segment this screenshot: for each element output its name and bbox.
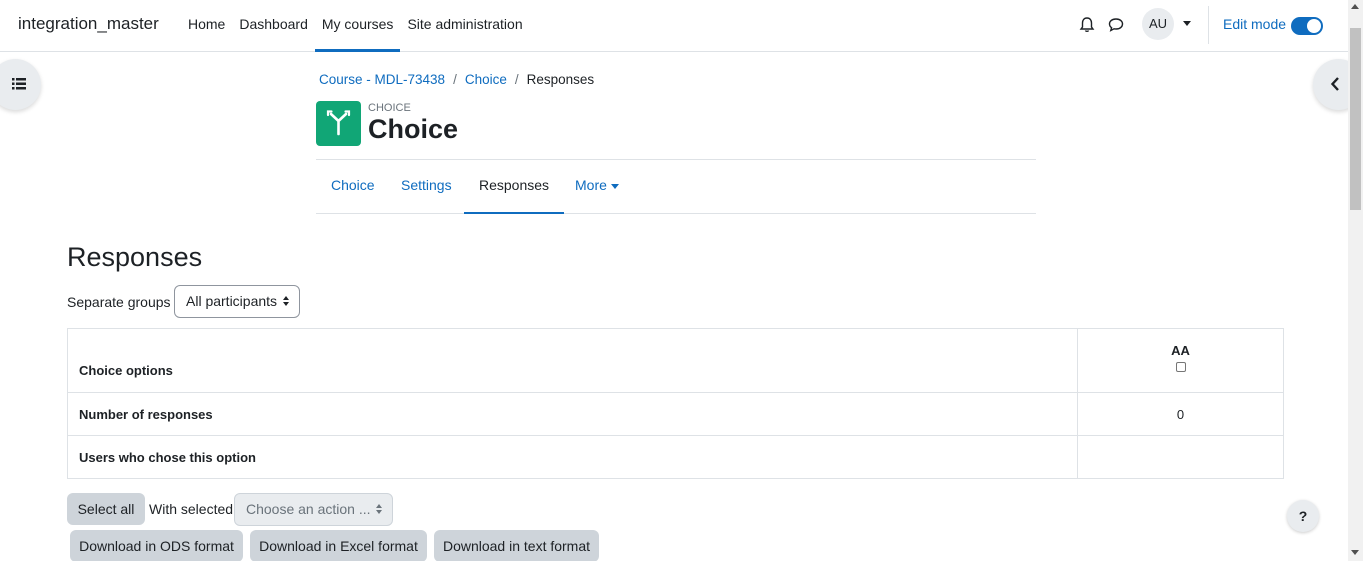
nav-my-courses[interactable]: My courses	[314, 0, 401, 52]
list-icon	[12, 78, 26, 90]
with-selected-label: With selected	[149, 501, 234, 517]
help-question-icon[interactable]: ?	[1287, 500, 1319, 532]
secondary-navigation: Choice Settings Responses More	[316, 159, 1036, 214]
table-row: Users who chose this option	[67, 435, 1284, 479]
select-all-button[interactable]: Select all	[67, 493, 145, 525]
option-name: AA	[1171, 343, 1190, 358]
table-row: Number of responses 0	[67, 392, 1284, 436]
page-heading: Responses	[67, 242, 203, 272]
users-chose-label: Users who chose this option	[67, 435, 1078, 479]
toggle-knob	[1307, 19, 1321, 33]
choice-activity-icon	[316, 101, 361, 146]
edit-mode-label: Edit mode	[1223, 16, 1287, 32]
scroll-up-arrow-icon[interactable]	[1351, 4, 1359, 9]
tab-more[interactable]: More	[560, 160, 634, 214]
chevron-left-icon	[1330, 77, 1339, 91]
site-brand[interactable]: integration_master	[18, 14, 159, 34]
table-header-row: Choice options AA	[67, 328, 1284, 393]
navbar-divider	[1208, 6, 1209, 44]
top-navbar: integration_master Home Dashboard My cou…	[0, 0, 1348, 52]
signpost-icon	[326, 110, 351, 136]
nav-dashboard[interactable]: Dashboard	[232, 0, 315, 52]
breadcrumb-course-link[interactable]: Course - MDL-73438	[319, 72, 445, 87]
separate-groups-label: Separate groups	[67, 294, 171, 310]
scroll-thumb[interactable]	[1350, 28, 1361, 210]
download-excel-button[interactable]: Download in Excel format	[250, 530, 427, 561]
user-avatar[interactable]: AU	[1142, 8, 1174, 40]
messages-chat-icon[interactable]	[1107, 16, 1125, 34]
select-arrows-icon	[376, 504, 382, 514]
nav-home[interactable]: Home	[181, 0, 232, 52]
breadcrumb: Course - MDL-73438 / Choice / Responses	[319, 72, 594, 87]
page-scrollbar[interactable]	[1348, 0, 1363, 561]
activity-pretitle: CHOICE	[368, 102, 411, 114]
breadcrumb-separator: /	[514, 72, 519, 87]
notifications-bell-icon[interactable]	[1078, 16, 1096, 34]
action-select[interactable]: Choose an action ...	[234, 493, 393, 526]
group-select-value: All participants	[186, 293, 278, 309]
users-chose-cell	[1077, 435, 1284, 479]
nav-site-administration[interactable]: Site administration	[400, 0, 529, 52]
option-column: AA	[1077, 328, 1284, 393]
responses-table: Choice options AA Number of responses 0 …	[67, 328, 1284, 479]
responses-count: 0	[1077, 392, 1284, 436]
activity-title: Choice	[368, 114, 459, 144]
user-menu-chevron-down-icon[interactable]	[1183, 21, 1191, 26]
tab-choice[interactable]: Choice	[316, 160, 390, 214]
breadcrumb-current: Responses	[526, 72, 595, 87]
tab-responses[interactable]: Responses	[464, 160, 565, 214]
action-select-placeholder: Choose an action ...	[246, 501, 371, 517]
breadcrumb-separator: /	[453, 72, 457, 87]
choice-options-label: Choice options	[67, 328, 1078, 393]
tab-settings[interactable]: Settings	[386, 160, 467, 214]
download-ods-button[interactable]: Download in ODS format	[70, 530, 243, 561]
primary-navigation: Home Dashboard My courses Site administr…	[181, 0, 530, 52]
breadcrumb-activity-link[interactable]: Choice	[465, 72, 507, 87]
group-select[interactable]: All participants	[174, 285, 300, 318]
tab-more-label: More	[575, 177, 607, 193]
download-text-button[interactable]: Download in text format	[434, 530, 599, 561]
caret-down-icon	[610, 183, 619, 189]
scroll-down-arrow-icon[interactable]	[1351, 550, 1359, 555]
edit-mode-toggle[interactable]	[1291, 17, 1323, 35]
open-course-index-button[interactable]	[0, 59, 41, 110]
select-arrows-icon	[283, 296, 289, 306]
number-of-responses-label: Number of responses	[67, 392, 1078, 436]
option-select-checkbox[interactable]	[1175, 362, 1186, 372]
